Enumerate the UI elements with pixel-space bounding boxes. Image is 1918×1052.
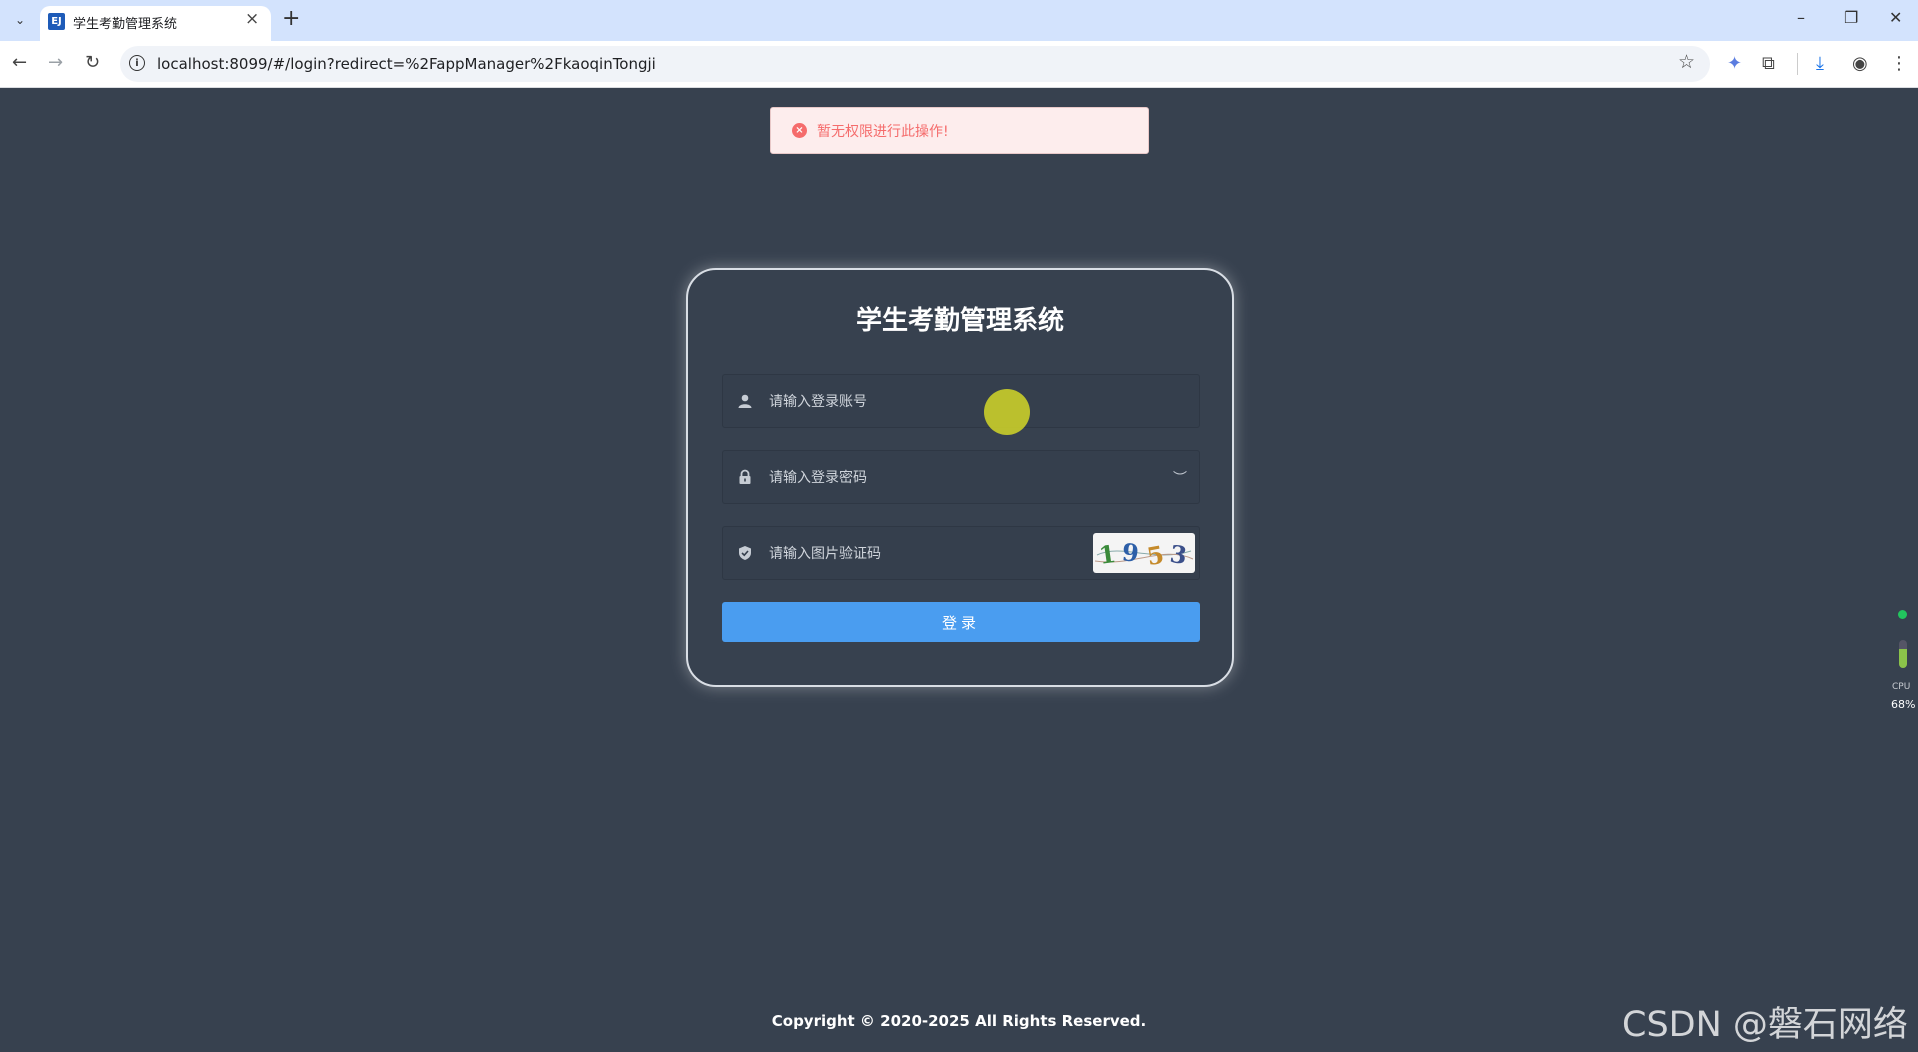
url-text[interactable]: localhost:8099/#/login?redirect=%2FappMa… (157, 55, 656, 73)
cpu-bar-fill (1899, 648, 1907, 668)
login-button[interactable]: 登录 (722, 602, 1200, 642)
username-field (722, 374, 1200, 429)
password-field: ︶ (722, 450, 1200, 505)
password-input[interactable] (767, 451, 1111, 505)
captcha-char: 3 (1168, 539, 1189, 570)
captcha-field: 1 9 5 3 (722, 526, 1200, 581)
site-info-icon[interactable]: i (129, 55, 145, 71)
lock-icon (739, 469, 751, 484)
captcha-char: 9 (1121, 537, 1141, 568)
status-dot-icon (1898, 610, 1907, 619)
minimize-icon[interactable]: – (1797, 8, 1805, 27)
captcha-image[interactable]: 1 9 5 3 (1093, 533, 1195, 573)
toolbar-divider (1797, 53, 1798, 75)
window-close-icon[interactable]: ✕ (1889, 8, 1902, 27)
watermark: CSDN @磐石网络 (1622, 1005, 1908, 1045)
browser-tab[interactable]: EJ 学生考勤管理系统 × (40, 6, 271, 41)
cursor-highlight (984, 389, 1030, 435)
username-input[interactable] (767, 375, 1111, 429)
error-message-text: 暂无权限进行此操作! (817, 124, 949, 140)
extensions-puzzle-icon[interactable]: ⧉ (1762, 53, 1775, 74)
cpu-value: 68% (1891, 698, 1916, 711)
cpu-monitor-widget: CPU 68% (1890, 600, 1918, 720)
forward-icon[interactable]: → (48, 52, 63, 73)
restore-icon[interactable]: ❐ (1844, 8, 1858, 27)
eye-closed-icon[interactable]: ︶ (1173, 468, 1187, 488)
download-icon[interactable]: ⤓ (1816, 53, 1824, 74)
error-message: × 暂无权限进行此操作! (770, 107, 1149, 154)
profile-icon[interactable]: ◉ (1852, 53, 1868, 74)
reload-icon[interactable]: ↻ (85, 52, 100, 73)
captcha-char: 5 (1145, 540, 1166, 571)
system-title: 学生考勤管理系统 (855, 306, 1064, 336)
bookmark-star-icon[interactable]: ☆ (1678, 51, 1695, 73)
browser-toolbar: ← → ↻ i localhost:8099/#/login?redirect=… (0, 41, 1918, 88)
browser-tab-bar: ⌄ EJ 学生考勤管理系统 × + – ❐ ✕ (0, 0, 1918, 41)
shield-icon (739, 546, 751, 560)
back-icon[interactable]: ← (12, 52, 27, 73)
cpu-bar (1899, 640, 1907, 668)
menu-kebab-icon[interactable]: ⋮ (1890, 53, 1908, 74)
user-icon (738, 394, 752, 408)
error-circle-icon: × (792, 123, 807, 138)
login-card: 学生考勤管理系统 ︶ 1 9 5 3 (686, 268, 1234, 687)
cpu-label: CPU (1892, 682, 1911, 692)
tab-title: 学生考勤管理系统 (73, 17, 178, 32)
extension-icon[interactable]: ✦ (1727, 53, 1742, 74)
tab-search-chevron-icon[interactable]: ⌄ (8, 9, 32, 31)
captcha-input[interactable] (767, 527, 1071, 581)
address-bar[interactable]: i localhost:8099/#/login?redirect=%2Fapp… (120, 46, 1710, 82)
new-tab-button[interactable]: + (282, 6, 300, 31)
favicon-icon: EJ (48, 13, 65, 30)
tab-close-icon[interactable]: × (245, 9, 259, 29)
captcha-graphic: 1 9 5 3 (1094, 537, 1194, 571)
captcha-char: 1 (1097, 539, 1118, 570)
